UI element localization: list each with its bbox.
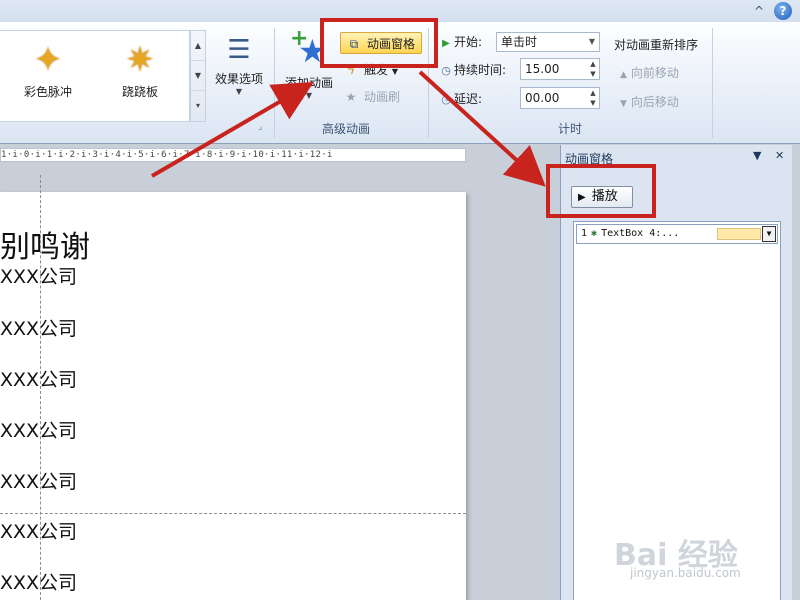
delay-row: ◷ 延迟: [438, 88, 482, 110]
star-icon: ✦ [33, 40, 63, 80]
group-divider [712, 28, 713, 138]
duration-value: 15.00 [525, 62, 560, 76]
scroll-down-icon[interactable]: ▼ [191, 61, 205, 91]
gallery-item-label: 彩色脉冲 [23, 85, 72, 99]
move-later-label: 向后移动 [630, 95, 679, 109]
triangle-down-icon: ▼ [620, 99, 627, 109]
effect-options-button[interactable]: ☰ 效果选项 ▼ [208, 30, 270, 122]
delay-value: 00.00 [525, 91, 560, 105]
slide-text-line[interactable]: XXX公司 [0, 262, 77, 289]
delay-label: 延迟: [454, 92, 483, 106]
animation-painter-label: 动画刷 [364, 90, 401, 104]
chevron-down-icon: ▼ [235, 87, 243, 96]
chevron-down-icon[interactable]: ▼ [762, 226, 776, 242]
chevron-down-icon: ▼ [305, 91, 313, 100]
slide-text-line[interactable]: XXX公司 [0, 568, 77, 595]
help-icon[interactable]: ? [774, 2, 792, 20]
start-label: 开始: [454, 35, 483, 49]
dialog-launcher-icon[interactable]: ⌟ [258, 122, 262, 132]
horizontal-guide[interactable] [0, 513, 466, 514]
move-earlier-label: 向前移动 [630, 66, 679, 80]
animation-order: 1 [581, 228, 588, 239]
gallery-item-teeter[interactable]: ✷ 跷跷板 [100, 37, 180, 117]
slide-text-line[interactable]: XXX公司 [0, 517, 77, 544]
add-animation-label: 添加动画 [284, 76, 333, 90]
clock-icon: ◷ [441, 64, 451, 77]
slide-title[interactable]: 别鸣谢 [0, 222, 90, 266]
gallery-item-color-pulse[interactable]: ✦ 彩色脉冲 [8, 37, 88, 117]
spinner-arrows-icon[interactable]: ▲ ▼ [587, 88, 599, 108]
spinner-arrows-icon[interactable]: ▲ ▼ [587, 59, 599, 79]
watermark-url: jingyan.baidu.com [630, 566, 741, 580]
duration-row: ◷ 持续时间: [438, 59, 506, 81]
advanced-animation-group-label: 高级动画 [322, 122, 371, 136]
play-icon: ▶ [442, 38, 450, 49]
list-icon: ☰ [227, 35, 251, 65]
timing-bar[interactable] [717, 228, 761, 240]
list-item[interactable]: 1 ✱ TextBox 4:... ▼ [576, 224, 778, 244]
highlight-box-animation-pane [320, 18, 438, 68]
duration-label: 持续时间: [454, 63, 507, 77]
start-select[interactable]: 单击时 ▼ [496, 32, 600, 52]
star-effect-icon: ✱ [591, 228, 598, 239]
delay-spinner[interactable]: 00.00 ▲ ▼ [520, 87, 600, 109]
slide-text-line[interactable]: XXX公司 [0, 467, 77, 494]
timing-group-label: 计时 [558, 122, 583, 136]
gallery-scroll[interactable]: ▲ ▼ ▾ [190, 30, 206, 122]
scroll-up-icon[interactable]: ▲ [191, 31, 205, 61]
slide-text-line[interactable]: XXX公司 [0, 416, 77, 443]
effect-options-label: 效果选项 [214, 72, 263, 86]
minimize-ribbon-icon[interactable]: ^ [750, 2, 768, 20]
painter-icon: ★ [345, 90, 357, 104]
vertical-guide[interactable] [40, 175, 41, 600]
pane-options-icon[interactable]: ▼ [753, 149, 761, 162]
chevron-down-icon: ▼ [391, 67, 398, 76]
clock-icon: ◷ [441, 93, 451, 106]
move-later-button[interactable]: ▼ 向后移动 [620, 93, 679, 110]
star-icon: ✷ [125, 40, 155, 80]
gallery-item-label: 跷跷板 [121, 85, 158, 99]
slide-text-line[interactable]: XXX公司 [0, 365, 77, 392]
animation-target: TextBox 4:... [601, 228, 680, 239]
start-row: ▶ 开始: [438, 31, 482, 53]
slide-text-line[interactable]: XXX公司 [0, 314, 77, 341]
chevron-down-icon[interactable]: ▼ [585, 33, 599, 51]
move-earlier-button[interactable]: ▲ 向前移动 [620, 64, 679, 81]
horizontal-ruler: 1·i·0·i·1·i·2·i·3·i·4·i·5·i·6·i·7·i·8·i·… [0, 148, 466, 162]
reorder-title: 对动画重新排序 [614, 38, 699, 52]
triangle-up-icon: ▲ [620, 70, 627, 80]
animation-gallery: ✦ 彩色脉冲 ✷ 跷跷板 [0, 30, 190, 122]
animation-painter-button[interactable]: ★ 动画刷 [342, 86, 400, 108]
close-icon[interactable]: ✕ [775, 149, 784, 162]
gallery-more-icon[interactable]: ▾ [191, 91, 205, 121]
start-value: 单击时 [501, 35, 538, 49]
duration-spinner[interactable]: 15.00 ▲ ▼ [520, 58, 600, 80]
highlight-box-play [546, 164, 656, 218]
group-divider [274, 28, 275, 138]
